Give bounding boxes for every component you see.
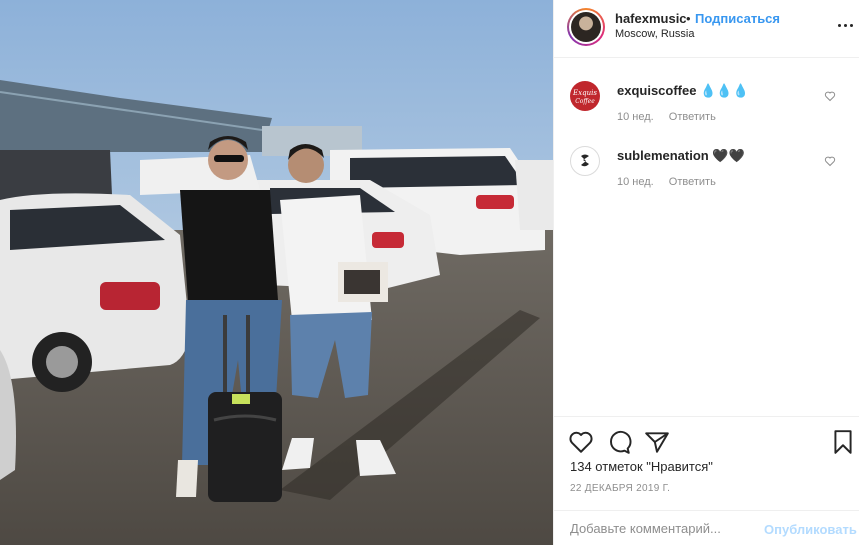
add-comment-bar: Опубликовать [554,510,859,545]
header-separator: • [686,11,691,26]
post-location[interactable]: Moscow, Russia [615,28,694,40]
post-header: hafexmusic • Подписаться Moscow, Russia [554,0,859,58]
comment-username[interactable]: sublemenation 🖤🖤 [617,148,745,164]
reply-button[interactable]: Ответить [669,111,716,123]
author-username[interactable]: hafexmusic [615,11,687,26]
like-heart-icon[interactable] [568,429,594,455]
svg-text:Exquis: Exquis [572,89,597,97]
more-options-icon[interactable] [836,16,854,34]
comment-text: 🖤🖤 [712,148,745,163]
likes-count[interactable]: 134 отметок "Нравится" [570,459,713,474]
share-send-icon[interactable] [644,429,670,455]
reply-button[interactable]: Ответить [669,176,716,188]
comment-bubble-icon[interactable] [606,429,632,455]
bookmark-icon[interactable] [830,429,856,455]
comment-time[interactable]: 10 нед. [617,176,654,188]
comment-item: sublemenation 🖤🖤 10 нед. Ответить [554,143,859,203]
follow-button[interactable]: Подписаться [695,11,780,26]
comment-input[interactable] [570,521,760,536]
comment-meta: 10 нед. Ответить [617,111,728,123]
comment-like-heart-icon[interactable] [824,155,836,167]
comment-meta: 10 нед. Ответить [617,176,728,188]
comment-time[interactable]: 10 нед. [617,111,654,123]
post-photo[interactable] [0,0,553,545]
publish-comment-button[interactable]: Опубликовать [764,522,857,537]
comment-text: 💧💧💧 [700,83,749,98]
author-avatar[interactable] [567,8,605,46]
comment-avatar[interactable]: Exquis Coffee [570,81,600,111]
post-side-panel: hafexmusic • Подписаться Moscow, Russia … [553,0,859,545]
svg-text:Coffee: Coffee [575,98,595,105]
comment-like-heart-icon[interactable] [824,90,836,102]
comment-item: Exquis Coffee exquiscoffee 💧💧💧 10 нед. От… [554,78,859,138]
comment-avatar[interactable] [570,146,600,176]
comment-username[interactable]: exquiscoffee 💧💧💧 [617,83,749,99]
post-date: 22 ДЕКАБРЯ 2019 Г. [570,483,671,494]
